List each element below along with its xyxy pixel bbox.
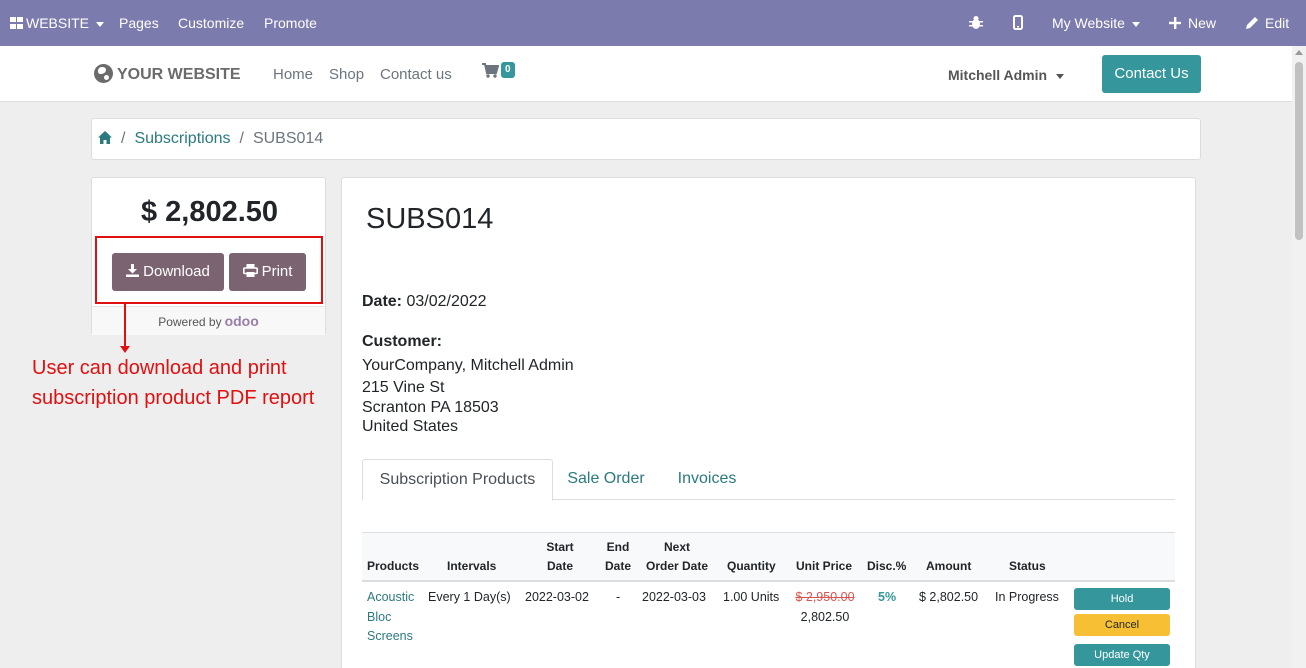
row-discount: 5% xyxy=(878,590,897,604)
pencil-icon xyxy=(1246,17,1258,29)
globe-icon xyxy=(94,64,113,83)
th-amount: Amount xyxy=(926,559,972,573)
th-unit-price: Unit Price xyxy=(796,559,853,573)
row-status: In Progress xyxy=(995,590,1059,604)
annotation-arrow-line xyxy=(124,304,126,348)
odoo-logo[interactable]: odoo xyxy=(225,313,259,329)
nav-contact[interactable]: Contact us xyxy=(380,66,452,83)
annotation-arrow-icon xyxy=(120,346,130,353)
row-quantity: 1.00 Units xyxy=(723,590,780,604)
annotation-highlight-box xyxy=(95,236,323,304)
customize-menu[interactable]: Customize xyxy=(178,0,244,46)
row-start-date: 2022-03-02 xyxy=(525,590,589,604)
edit-button[interactable]: Edit xyxy=(1246,0,1289,46)
th-end-date: End Date xyxy=(604,540,631,573)
contact-us-button[interactable]: Contact Us xyxy=(1102,55,1201,93)
row-unit-price: $ 2,950.00 2,802.50 xyxy=(794,588,856,627)
edit-label: Edit xyxy=(1265,15,1290,31)
document-date: Date: 03/02/2022 xyxy=(362,293,487,311)
site-logo[interactable]: YOUR WEBSITE xyxy=(94,64,241,84)
website-navbar: YOUR WEBSITE Home Shop Contact us xyxy=(0,46,1292,102)
scrollbar-thumb[interactable] xyxy=(1295,62,1303,240)
new-button[interactable]: New xyxy=(1169,0,1216,46)
home-icon[interactable] xyxy=(98,131,112,144)
th-products: Products xyxy=(367,559,420,573)
row-original-price: $ 2,950.00 xyxy=(795,590,855,604)
row-end-date: - xyxy=(616,590,621,604)
shopping-cart-icon[interactable] xyxy=(482,63,500,83)
website-menu[interactable]: WEBSITE xyxy=(10,0,104,46)
annotation-text: User can download and print subscription… xyxy=(32,357,315,409)
customer-name: YourCompany, Mitchell Admin xyxy=(362,357,574,374)
cancel-button[interactable]: Cancel xyxy=(1074,614,1170,636)
mobile-preview-icon[interactable] xyxy=(1013,0,1023,46)
customer-country: United States xyxy=(362,418,459,435)
breadcrumb-current: SUBS014 xyxy=(252,130,324,147)
th-quantity: Quantity xyxy=(727,559,776,573)
plus-icon xyxy=(1169,17,1181,29)
document-tabs: Subscription Products Sale Order Invoice… xyxy=(362,459,1175,501)
product-link[interactable]: Acoustic Bloc Screens xyxy=(367,588,414,647)
customer-label: Customer: xyxy=(362,333,443,350)
scroll-up-arrow-icon[interactable] xyxy=(1295,50,1303,55)
breadcrumb: / Subscriptions / SUBS014 xyxy=(91,118,1201,160)
admin-topbar: WEBSITE Pages Customize Promote My Websi… xyxy=(0,0,1306,46)
row-next-order-date: 2022-03-03 xyxy=(642,590,706,604)
pages-menu[interactable]: Pages xyxy=(119,0,159,46)
promote-menu[interactable]: Promote xyxy=(264,0,317,46)
powered-by-text: Powered by xyxy=(158,315,222,329)
th-intervals: Intervals xyxy=(447,559,497,573)
th-status: Status xyxy=(1009,559,1046,573)
tab-subscription-products[interactable]: Subscription Products xyxy=(362,459,553,501)
subscription-title: SUBS014 xyxy=(366,203,494,235)
powered-by-footer: Powered by odoo xyxy=(92,306,325,335)
cart-count-badge: 0 xyxy=(501,62,515,78)
row-interval: Every 1 Day(s) xyxy=(428,590,511,604)
tab-invoices[interactable]: Invoices xyxy=(662,459,752,500)
page-scrollbar[interactable] xyxy=(1292,46,1306,668)
nav-home[interactable]: Home xyxy=(273,66,313,83)
my-website-menu[interactable]: My Website xyxy=(1052,0,1140,46)
date-label: Date: xyxy=(362,293,403,310)
user-menu[interactable]: Mitchell Admin xyxy=(948,67,1064,83)
date-value: 03/02/2022 xyxy=(406,293,487,310)
tab-sale-order[interactable]: Sale Order xyxy=(556,459,656,500)
customer-city: Scranton PA 18503 xyxy=(362,399,499,416)
new-label: New xyxy=(1188,15,1217,31)
breadcrumb-subscriptions-link[interactable]: Subscriptions xyxy=(134,130,230,147)
row-discounted-price: 2,802.50 xyxy=(800,609,850,624)
debug-bug-icon[interactable] xyxy=(969,0,983,46)
site-logo-text: YOUR WEBSITE xyxy=(117,66,241,83)
hold-button[interactable]: Hold xyxy=(1074,588,1170,610)
update-qty-button[interactable]: Update Qty xyxy=(1074,644,1170,666)
customer-street: 215 Vine St xyxy=(362,379,445,396)
website-menu-label: WEBSITE xyxy=(26,15,104,31)
th-next-order-date: Next Order Date xyxy=(645,540,709,573)
total-amount: $ 2,802.50 xyxy=(140,196,279,228)
apps-grid-icon xyxy=(10,17,23,29)
nav-shop[interactable]: Shop xyxy=(329,66,364,83)
th-start-date: Start Date xyxy=(546,540,574,573)
th-discount: Disc.% xyxy=(867,559,907,573)
row-amount: $ 2,802.50 xyxy=(919,590,979,604)
